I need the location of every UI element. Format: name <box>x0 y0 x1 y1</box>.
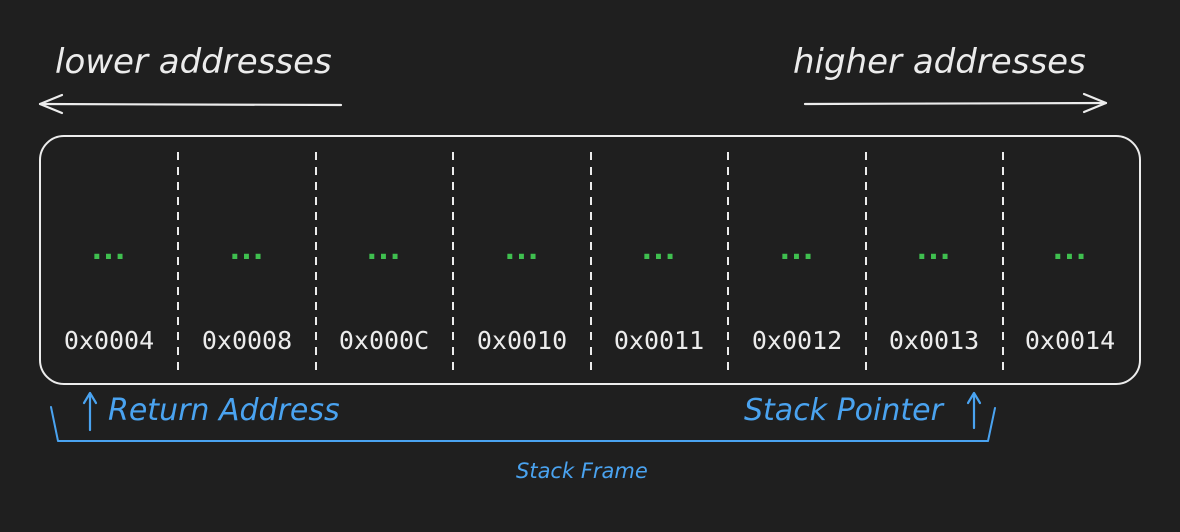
cell-value: ... <box>366 233 402 266</box>
higher-addresses-arrow <box>803 92 1108 114</box>
cell-address: 0x0013 <box>888 326 980 355</box>
cell-address: 0x0014 <box>1024 326 1116 355</box>
cell-address: 0x0010 <box>476 326 568 355</box>
stack-pointer-label: Stack Pointer <box>744 393 943 428</box>
cell-address: 0x0008 <box>201 326 293 355</box>
cell-value: ... <box>1052 233 1088 266</box>
cell-value: ... <box>229 233 265 266</box>
cell-address: 0x0012 <box>751 326 843 355</box>
cell-address: 0x0004 <box>63 326 155 355</box>
cell-value: ... <box>779 233 815 266</box>
stack-frame-label: Stack Frame <box>516 459 648 483</box>
stack-pointer-arrow <box>966 391 982 430</box>
cell-value: ... <box>91 233 127 266</box>
cell-address: 0x0011 <box>613 326 705 355</box>
lower-addresses-arrow <box>38 93 343 115</box>
higher-addresses-label: higher addresses <box>793 42 1086 82</box>
lower-addresses-label: lower addresses <box>55 42 332 82</box>
stack-frame-diagram: lower addresses higher addresses ... 0x0… <box>0 0 1180 532</box>
return-address-arrow <box>82 391 98 432</box>
cell-address: 0x000C <box>338 326 430 355</box>
cell-value: ... <box>641 233 677 266</box>
cell-value: ... <box>504 233 540 266</box>
cell-value: ... <box>916 233 952 266</box>
return-address-label: Return Address <box>108 393 340 428</box>
